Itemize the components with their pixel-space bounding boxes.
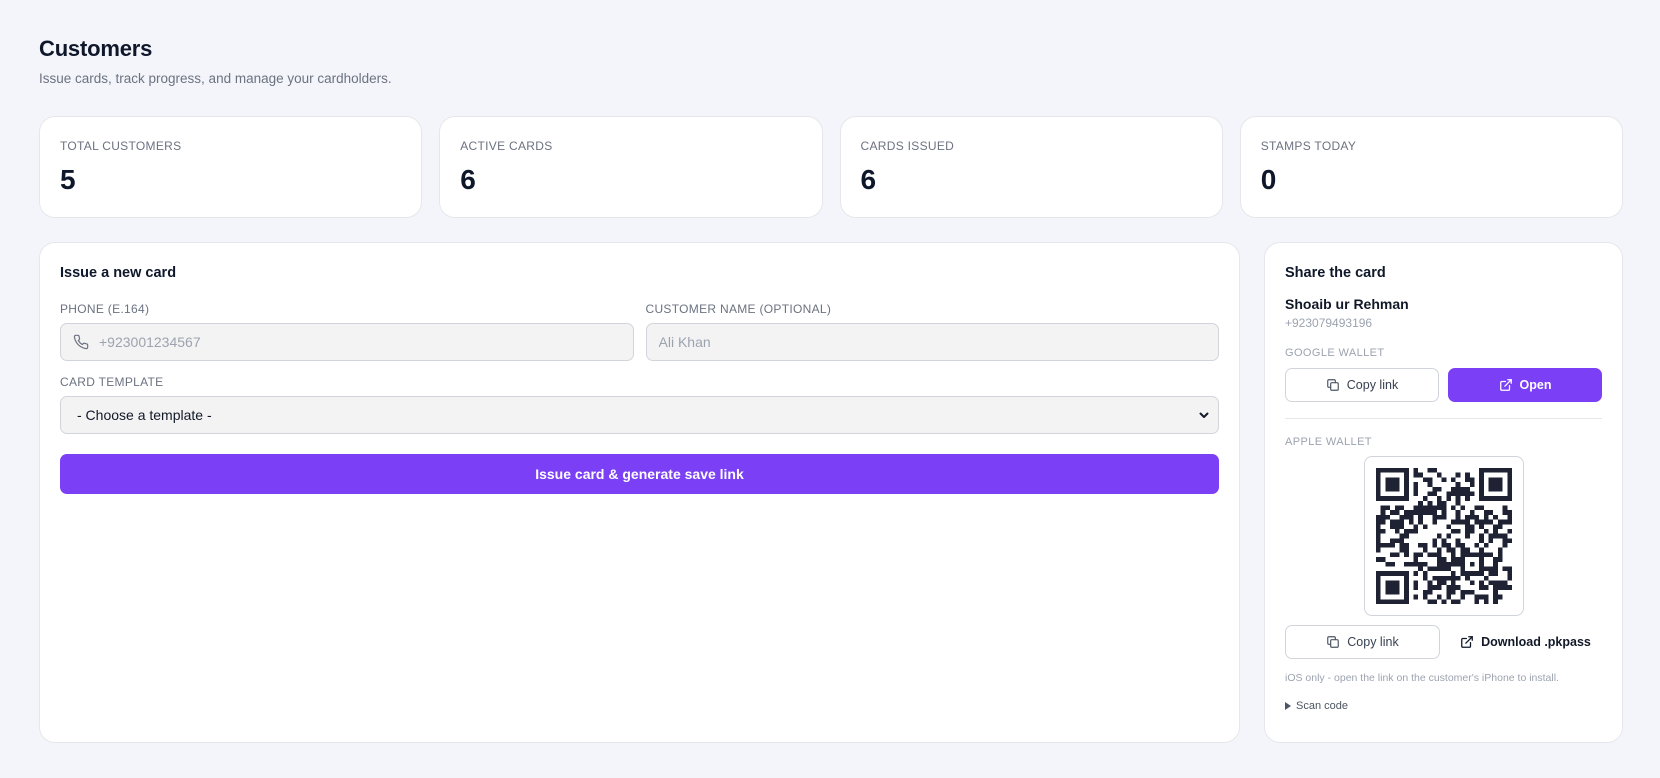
stats-row: TOTAL CUSTOMERS 5 ACTIVE CARDS 6 CARDS I… (39, 116, 1623, 218)
phone-field-wrap (60, 323, 634, 361)
google-open-label: Open (1519, 378, 1552, 392)
download-pkpass-button[interactable]: Download .pkpass (1449, 625, 1602, 659)
external-link-icon (1460, 635, 1474, 649)
google-open-button[interactable]: Open (1448, 368, 1602, 402)
stat-card-cards-issued: CARDS ISSUED 6 (839, 116, 1223, 218)
customer-name-group: CUSTOMER NAME (OPTIONAL) (645, 300, 1219, 361)
page-subtitle: Issue cards, track progress, and manage … (39, 71, 392, 86)
issue-card-button[interactable]: Issue card & generate save link (60, 454, 1219, 494)
phone-group: PHONE (E.164) (60, 300, 634, 361)
stat-card-stamps-today: STAMPS TODAY 0 (1239, 116, 1623, 218)
stat-value: 6 (460, 164, 476, 195)
disclosure-triangle-icon (1285, 702, 1291, 710)
page-title: Customers (39, 36, 153, 61)
stat-label: STAMPS TODAY (1260, 139, 1357, 153)
stat-label: CARDS ISSUED (860, 139, 955, 153)
customer-phone: +923079493196 (1285, 316, 1373, 330)
apple-wallet-actions: Copy link Download .pkpass (1285, 625, 1602, 659)
customer-name-input[interactable] (658, 334, 1206, 350)
form-row: PHONE (E.164) CUSTOMER NAME (OPTIONAL) (60, 300, 1219, 361)
stat-label: TOTAL CUSTOMERS (60, 139, 182, 153)
google-copy-link-label: Copy link (1346, 378, 1399, 392)
chevron-down-icon (1198, 409, 1210, 421)
customer-name: Shoaib ur Rehman (1285, 296, 1409, 312)
page-header: Customers Issue cards, track progress, a… (39, 36, 392, 86)
share-card-panel: Share the card Shoaib ur Rehman +9230794… (1264, 242, 1623, 743)
issue-panel-title: Issue a new card (60, 265, 177, 281)
phone-icon (73, 334, 89, 350)
template-group: CARD TEMPLATE - Choose a template - (60, 373, 1219, 434)
scan-code-toggle[interactable]: Scan code (1285, 700, 1602, 712)
apple-copy-link-label: Copy link (1347, 635, 1399, 649)
template-select[interactable]: - Choose a template - (60, 396, 1219, 434)
google-wallet-label: GOOGLE WALLET (1285, 347, 1385, 359)
external-link-icon (1499, 378, 1513, 392)
apple-wallet-label: APPLE WALLET (1285, 436, 1372, 448)
scan-code-label: Scan code (1296, 700, 1348, 712)
google-copy-link-button[interactable]: Copy link (1285, 368, 1439, 402)
stat-value: 0 (1260, 164, 1277, 195)
download-pkpass-label: Download .pkpass (1481, 635, 1591, 649)
google-wallet-actions: Copy link Open (1285, 368, 1602, 402)
stat-label: ACTIVE CARDS (460, 139, 553, 153)
divider (1285, 418, 1602, 419)
phone-label: PHONE (E.164) (60, 302, 150, 316)
qr-code-image (1375, 468, 1512, 604)
stat-value: 6 (860, 164, 877, 195)
template-label: CARD TEMPLATE (60, 375, 164, 389)
apple-copy-link-button[interactable]: Copy link (1285, 625, 1440, 659)
phone-input[interactable] (99, 334, 621, 350)
stat-card-active-cards: ACTIVE CARDS 6 (439, 116, 823, 218)
customer-name-field-wrap (645, 323, 1219, 361)
copy-icon (1326, 378, 1340, 392)
customer-name-label: CUSTOMER NAME (OPTIONAL) (645, 302, 832, 316)
copy-icon (1326, 635, 1340, 649)
qr-code (1363, 456, 1524, 616)
stat-card-total-customers: TOTAL CUSTOMERS 5 (39, 116, 423, 218)
template-selected-value: - Choose a template - (77, 407, 212, 423)
share-panel-title: Share the card (1285, 265, 1386, 281)
stat-value: 5 (60, 164, 76, 195)
ios-note: iOS only - open the link on the customer… (1285, 672, 1559, 684)
issue-card-panel: Issue a new card PHONE (E.164) CUSTOMER … (39, 242, 1240, 743)
